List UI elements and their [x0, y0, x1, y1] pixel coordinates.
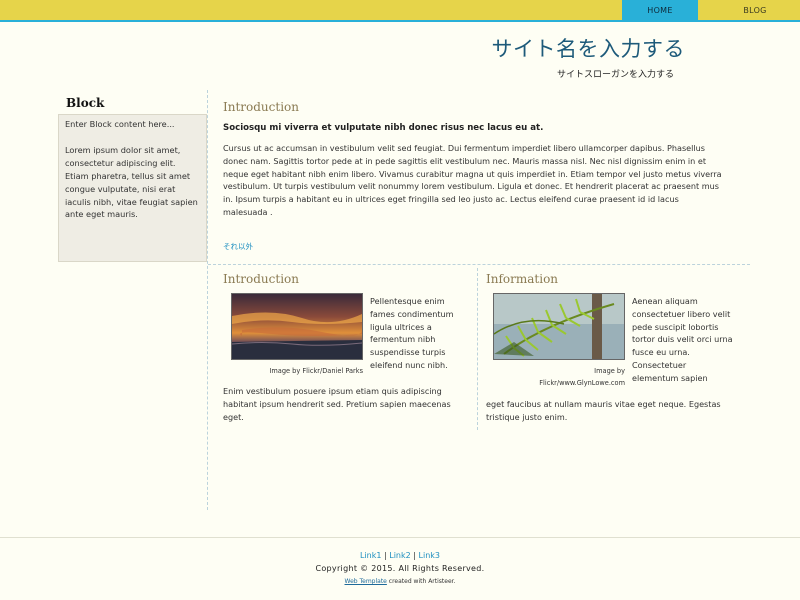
- sunset-caption: Image by Flickr/Daniel Parks: [269, 367, 363, 375]
- left-column-side-text: Pellentesque enim fames condimentum ligu…: [370, 296, 454, 370]
- nav-home[interactable]: HOME: [622, 0, 698, 20]
- site-title[interactable]: サイト名を入力する: [440, 33, 685, 63]
- column-divider: [477, 268, 478, 430]
- more-link[interactable]: それ以外: [223, 241, 253, 252]
- fern-caption-line2: Flickr/www.GlynLowe.com: [539, 379, 625, 387]
- right-column-heading: Information: [486, 272, 559, 286]
- fern-caption-line1: Image by: [594, 367, 625, 375]
- sunset-image-block: Image by Flickr/Daniel Parks: [231, 293, 363, 377]
- sidebar-block: Enter Block content here... Lorem ipsum …: [58, 114, 207, 262]
- sunset-photo: [231, 293, 363, 360]
- template-credit: Web Template created with Artisteer.: [0, 578, 800, 585]
- right-column-text: eget faucibus at nullam mauris vitae ege…: [486, 399, 721, 422]
- sidebar-block-intro: Enter Block content here...: [65, 119, 175, 129]
- credit-text: created with Artisteer.: [388, 578, 456, 585]
- footer-link-1[interactable]: Link1: [360, 551, 381, 560]
- web-template-link[interactable]: Web Template: [345, 578, 387, 585]
- footer-link-2[interactable]: Link2: [389, 551, 410, 560]
- footer-separator: |: [413, 551, 416, 560]
- main-lead: Sociosqu mi viverra et vulputate nibh do…: [223, 123, 544, 133]
- main-body: Cursus ut ac accumsan in vestibulum veli…: [223, 143, 722, 217]
- fern-photo: [493, 293, 625, 360]
- site-slogan: サイトスローガンを入力する: [556, 70, 674, 80]
- main-nav: HOME BLOG: [622, 0, 800, 20]
- footer-link-3[interactable]: Link3: [419, 551, 440, 560]
- right-column-side-text: Aenean aliquam consectetuer libero velit…: [632, 296, 733, 383]
- nav-blog[interactable]: BLOG: [710, 0, 800, 20]
- footer-divider: [0, 537, 800, 538]
- section-divider: [208, 264, 750, 265]
- sidebar-block-text: Lorem ipsum dolor sit amet, consectetur …: [65, 144, 198, 220]
- sidebar-block-title: Block: [66, 96, 105, 110]
- main-heading: Introduction: [223, 100, 299, 114]
- footer-links: Link1 | Link2 | Link3: [0, 551, 800, 560]
- fern-image-block: Image by Flickr/www.GlynLowe.com: [493, 293, 625, 389]
- fern-caption: Image by Flickr/www.GlynLowe.com: [493, 365, 625, 389]
- left-column-heading: Introduction: [223, 272, 299, 286]
- sidebar-divider: [207, 90, 208, 510]
- left-column-text: Enim vestibulum posuere ipsum etiam quis…: [223, 386, 451, 422]
- footer-separator: |: [384, 551, 387, 560]
- copyright: Copyright © 2015. All Rights Reserved.: [315, 564, 485, 573]
